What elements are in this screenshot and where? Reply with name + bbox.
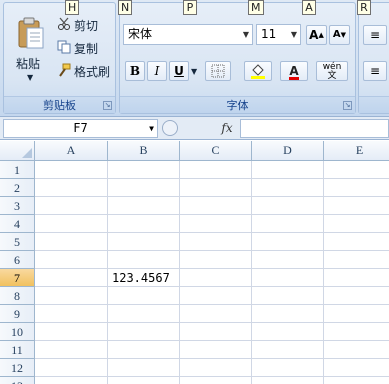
- grow-font-button[interactable]: A▲: [306, 25, 327, 45]
- gridline: [179, 161, 180, 384]
- copy-icon[interactable]: [57, 40, 71, 54]
- name-box-value: F7: [73, 121, 88, 135]
- font-launcher-icon[interactable]: ↘: [343, 101, 352, 110]
- clipboard-group-label: 剪贴板: [4, 96, 115, 113]
- zoom-circle-icon[interactable]: [162, 120, 178, 136]
- row-header-10[interactable]: 10: [0, 323, 35, 341]
- clipboard-group: 粘贴 ▼ 剪切 复制 格式刷 剪贴板 ↘: [3, 2, 116, 114]
- cell-b7[interactable]: 123.4567: [112, 269, 170, 287]
- scissors-icon[interactable]: [57, 17, 71, 31]
- gridline: [107, 161, 108, 384]
- font-name-value: 宋体: [128, 27, 153, 41]
- chevron-down-icon[interactable]: ▼: [27, 73, 33, 82]
- cut-button[interactable]: 剪切: [74, 17, 98, 34]
- gridline: [35, 304, 389, 305]
- paint-bucket-icon: [251, 64, 265, 79]
- copy-button[interactable]: 复制: [74, 40, 98, 57]
- format-painter-icon[interactable]: [57, 63, 71, 77]
- phonetic-guide-button[interactable]: wén 文: [316, 61, 348, 81]
- column-header-e[interactable]: E: [324, 141, 389, 161]
- row-header-7[interactable]: 7: [0, 269, 35, 287]
- align-left-button[interactable]: ≡: [363, 61, 387, 81]
- keytip-n: N: [118, 0, 133, 15]
- keytip-m: M: [248, 0, 264, 15]
- gridline: [35, 250, 389, 251]
- formula-input[interactable]: [240, 119, 389, 138]
- shrink-font-icon: A: [332, 29, 341, 40]
- row-header-6[interactable]: 6: [0, 251, 35, 269]
- gridline: [35, 322, 389, 323]
- select-all-button[interactable]: [0, 141, 35, 161]
- row-header-3[interactable]: 3: [0, 197, 35, 215]
- ribbon: 粘贴 ▼ 剪切 复制 格式刷 剪贴板 ↘ 宋体 ▼ 11 ▼ A▲ A▼ B I…: [0, 0, 389, 117]
- gridline: [35, 214, 389, 215]
- gridline: [35, 232, 389, 233]
- chevron-down-icon[interactable]: ▼: [191, 67, 197, 76]
- keytip-p: P: [183, 0, 197, 15]
- paste-button[interactable]: 粘贴: [16, 55, 40, 72]
- clipboard-launcher-icon[interactable]: ↘: [103, 101, 112, 110]
- chevron-down-icon: ▼: [290, 30, 297, 39]
- font-name-dropdown[interactable]: 宋体 ▼: [123, 24, 253, 45]
- chevron-down-icon: ▼: [149, 124, 154, 133]
- row-header-4[interactable]: 4: [0, 215, 35, 233]
- column-header-c[interactable]: C: [180, 141, 252, 161]
- alignment-group-label: [359, 96, 389, 113]
- gridline: [35, 286, 389, 287]
- gridline: [35, 268, 389, 269]
- row-header-1[interactable]: 1: [0, 161, 35, 179]
- font-group-label: 字体: [120, 96, 355, 113]
- formula-bar: F7 ▼ fx: [0, 117, 389, 140]
- font-size-dropdown[interactable]: 11 ▼: [256, 24, 301, 45]
- gridline: [35, 340, 389, 341]
- insert-function-button[interactable]: fx: [216, 119, 238, 138]
- row-header-2[interactable]: 2: [0, 179, 35, 197]
- row-header-13[interactable]: 13: [0, 377, 35, 384]
- name-box[interactable]: F7 ▼: [3, 119, 158, 138]
- column-header-a[interactable]: A: [35, 141, 108, 161]
- fx-icon: fx: [221, 121, 233, 135]
- italic-button[interactable]: I: [147, 61, 167, 81]
- row-header-12[interactable]: 12: [0, 359, 35, 377]
- gridline: [35, 178, 389, 179]
- keytip-r: R: [357, 0, 371, 15]
- gridline: [251, 161, 252, 384]
- underline-button[interactable]: U: [169, 61, 189, 81]
- paste-icon[interactable]: [16, 17, 46, 51]
- fill-color-button[interactable]: [244, 61, 272, 81]
- font-group: 宋体 ▼ 11 ▼ A▲ A▼ B I U ▼ A wén 文 字体 ↘: [119, 2, 356, 114]
- font-size-value: 11: [261, 27, 277, 41]
- shrink-font-button[interactable]: A▼: [329, 25, 350, 45]
- format-painter-button[interactable]: 格式刷: [74, 63, 110, 80]
- borders-button[interactable]: [205, 61, 231, 81]
- row-header-9[interactable]: 9: [0, 305, 35, 323]
- gridline: [35, 358, 389, 359]
- gridline: [35, 376, 389, 377]
- row-header-8[interactable]: 8: [0, 287, 35, 305]
- gridline: [323, 161, 324, 384]
- font-color-icon: A: [289, 64, 299, 80]
- row-header-11[interactable]: 11: [0, 341, 35, 359]
- alignment-group: ≡ ≡: [358, 2, 389, 114]
- chevron-down-icon: ▼: [242, 30, 249, 39]
- spreadsheet-grid[interactable]: A B C D E 1 2 3 4 5 6 7 8 9 10 11 12 13 …: [0, 141, 389, 384]
- column-header-b[interactable]: B: [108, 141, 180, 161]
- column-header-d[interactable]: D: [252, 141, 324, 161]
- align-top-button[interactable]: ≡: [363, 25, 387, 45]
- keytip-a: A: [302, 0, 316, 15]
- bold-button[interactable]: B: [125, 61, 145, 81]
- gridline: [35, 196, 389, 197]
- keytip-h: H: [65, 0, 80, 15]
- font-color-button[interactable]: A: [280, 61, 308, 81]
- row-header-5[interactable]: 5: [0, 233, 35, 251]
- borders-icon: [211, 64, 225, 78]
